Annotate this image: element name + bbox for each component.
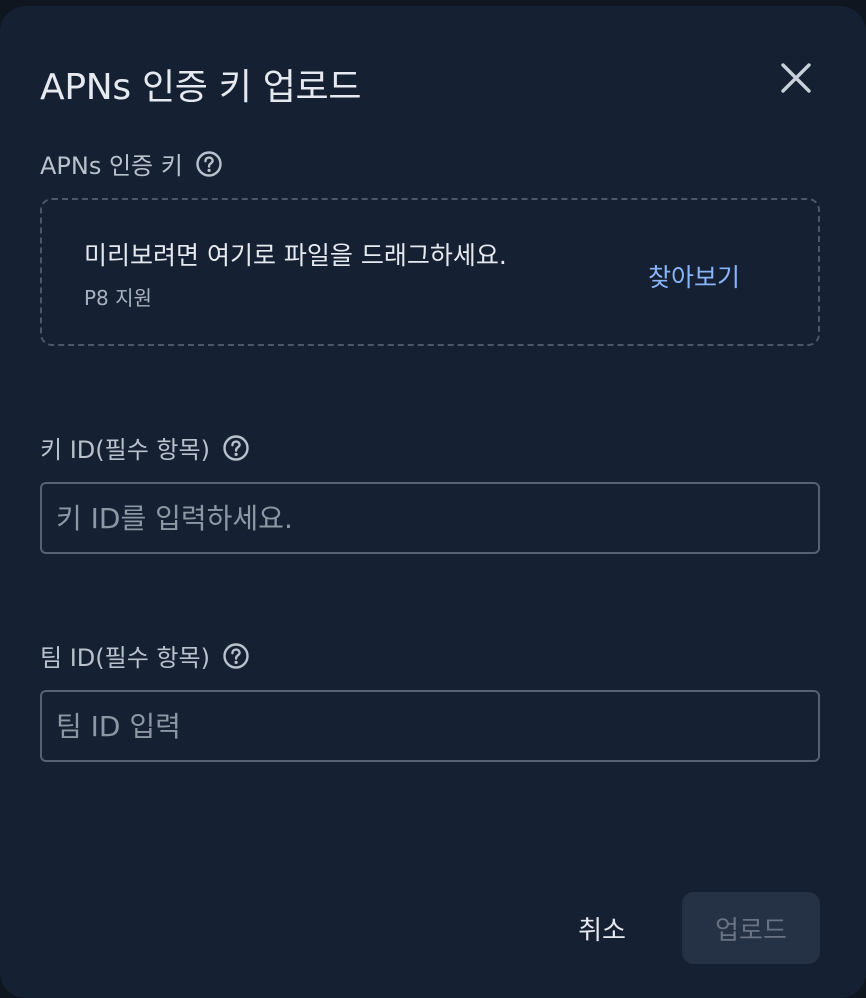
auth-key-label-row: APNs 인증 키 [40, 146, 223, 181]
close-button[interactable] [770, 52, 822, 104]
dropzone-supported-format: P8 지원 [84, 286, 152, 310]
upload-apns-key-dialog: APNs 인증 키 업로드 APNs 인증 키 미리보려면 여기로 파일을 드래… [0, 6, 866, 998]
cancel-button[interactable]: 취소 [560, 892, 644, 964]
auth-key-label: APNs 인증 키 [40, 152, 183, 180]
help-circle-icon[interactable] [222, 434, 250, 462]
team-id-label-row: 팀 ID(필수 항목) [40, 638, 250, 673]
help-circle-icon[interactable] [222, 642, 250, 670]
upload-button[interactable]: 업로드 [682, 892, 820, 964]
dropzone-instruction: 미리보려면 여기로 파일을 드래그하세요. [84, 241, 507, 270]
help-circle-icon[interactable] [195, 150, 223, 178]
team-id-label: 팀 ID(필수 항목) [40, 644, 210, 672]
key-id-input[interactable] [40, 482, 820, 554]
close-icon [770, 52, 822, 104]
file-dropzone[interactable]: 미리보려면 여기로 파일을 드래그하세요. P8 지원 찾아보기 [40, 198, 820, 346]
key-id-label: 키 ID(필수 항목) [40, 436, 210, 464]
dialog-title: APNs 인증 키 업로드 [40, 67, 362, 108]
team-id-input[interactable] [40, 690, 820, 762]
browse-button[interactable]: 찾아보기 [648, 258, 740, 294]
key-id-label-row: 키 ID(필수 항목) [40, 430, 250, 465]
